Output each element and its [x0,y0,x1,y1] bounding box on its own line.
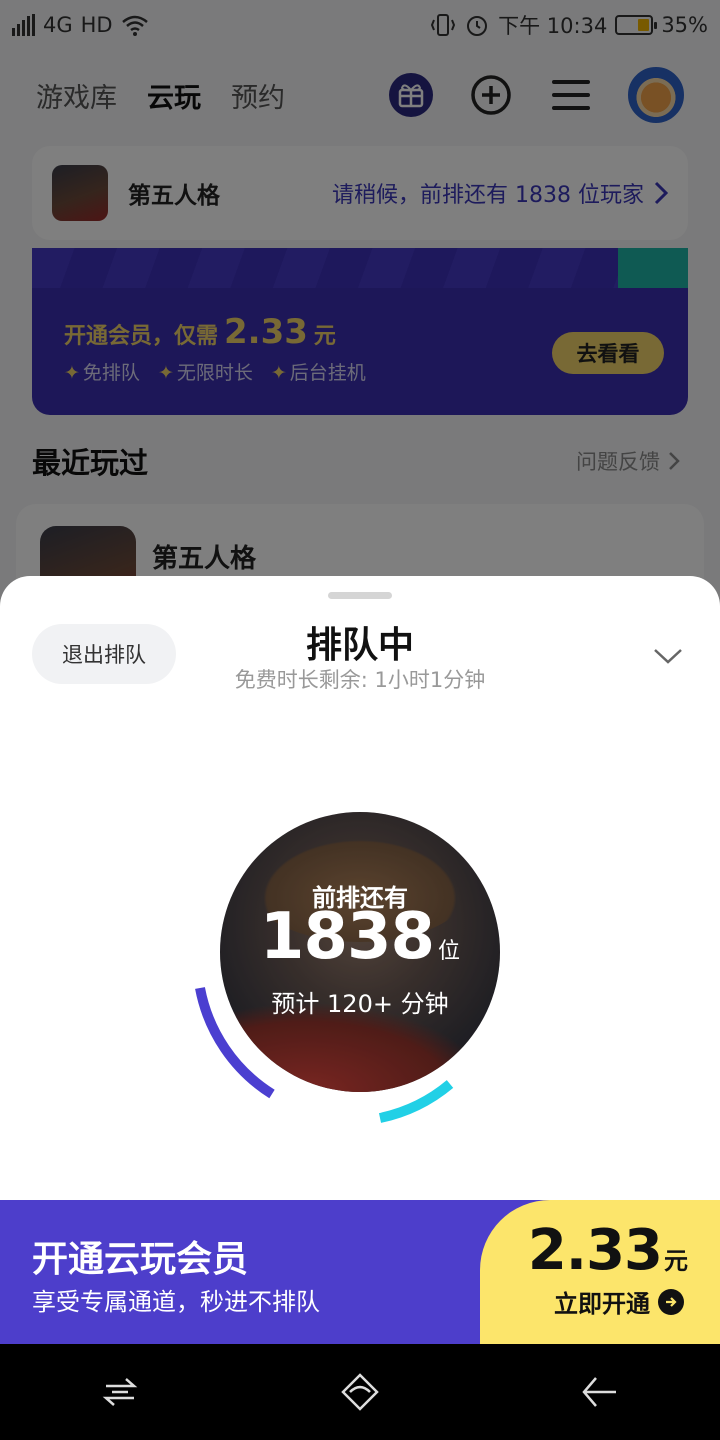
promo-subtitle: 享受专属通道，秒进不排队 [32,1288,320,1316]
promo-price-area[interactable]: 2.33元 立即开通 [480,1200,720,1344]
home-button[interactable] [330,1362,390,1422]
queue-count: 1838 [259,900,435,974]
arrow-right-icon [658,1288,684,1315]
estimated-wait: 预计 120+ 分钟 [271,990,449,1018]
system-navigation-bar [0,1344,720,1440]
promo-unit: 元 [664,1247,688,1275]
promo-title: 开通云玩会员 [32,1239,249,1280]
activate-now-button[interactable]: 立即开通 [554,1284,684,1319]
free-time-remaining: 免费时长剩余: 1小时1分钟 [234,668,486,692]
back-button[interactable] [570,1362,630,1422]
sheet-title: 排队中 [305,625,414,666]
queue-progress: 前排还有 1838 位 预计 120+ 分钟 [180,796,540,1156]
membership-promo[interactable]: 开通云玩会员 享受专属通道，秒进不排队 2.33元 立即开通 [0,1200,720,1344]
switch-icon [102,1378,138,1406]
back-icon [582,1377,616,1407]
queue-count-unit: 位 [438,939,461,964]
home-icon [341,1373,379,1411]
promo-price: 2.33 [527,1218,663,1283]
progress-arc-cyan [378,1080,454,1123]
progress-ring [195,987,454,1123]
drag-handle[interactable] [328,592,392,599]
recents-button[interactable] [90,1362,150,1422]
chevron-down-icon[interactable] [652,640,684,672]
